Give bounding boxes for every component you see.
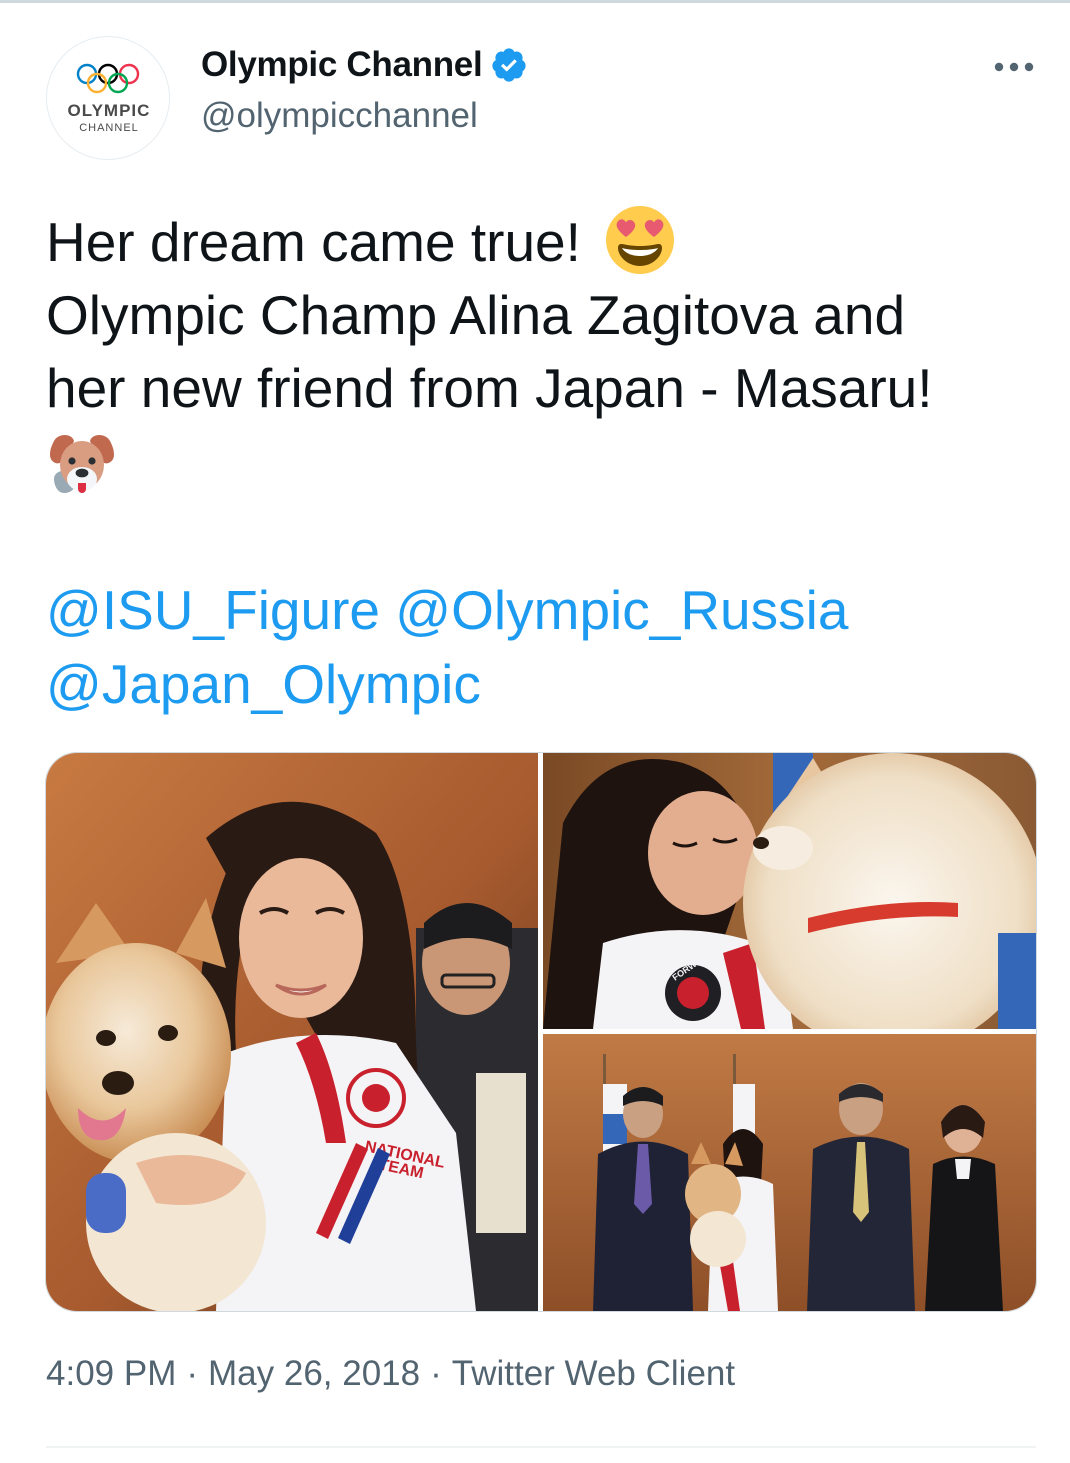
photo-1-image: NATIONAL TEAM [46, 753, 538, 1311]
photo-zagitova-kissing-puppy[interactable]: FORWARD [543, 753, 1036, 1029]
avatar[interactable]: OLYMPIC CHANNEL [46, 36, 170, 160]
tweet-text: Her dream came true! Olympic Champ Alina… [46, 206, 1036, 498]
tweet-line-2: Olympic Champ Alina Zagitova and [46, 284, 906, 346]
ellipsis-icon [994, 62, 1034, 72]
tweet-time[interactable]: 4:09 PM [46, 1354, 176, 1393]
tweet-date[interactable]: May 26, 2018 [208, 1354, 420, 1393]
photo-2-image: FORWARD [543, 753, 1036, 1029]
tweet-line-4 [46, 425, 1036, 498]
more-options-button[interactable] [990, 52, 1038, 82]
photo-group-with-officials[interactable] [543, 1034, 1036, 1311]
display-name[interactable]: Olympic Channel [201, 45, 483, 85]
photo-3-image [543, 1034, 1036, 1311]
mention-isu-figure[interactable]: @ISU_Figure [46, 579, 380, 641]
bottom-divider [46, 1446, 1036, 1448]
mention-olympic-russia[interactable]: @Olympic_Russia [395, 579, 848, 641]
author-handle[interactable]: @olympicchannel [201, 96, 478, 136]
meta-separator-2: · [430, 1354, 442, 1393]
tweet-text-line-1: Her dream came true! [46, 211, 581, 273]
author-name-row[interactable]: Olympic Channel [201, 42, 528, 88]
tweet-line-3: her new friend from Japan - Masaru! [46, 357, 933, 419]
verified-badge-icon [492, 48, 527, 82]
meta-separator-1: · [186, 1354, 199, 1393]
heart-eyes-emoji-icon [606, 206, 675, 275]
olympic-rings-icon: OLYMPIC CHANNEL [68, 63, 151, 134]
dog-face-emoji-icon [50, 435, 114, 494]
mention-japan-olympic[interactable]: @Japan_Olympic [46, 653, 481, 715]
avatar-text-olympic: OLYMPIC [68, 101, 151, 120]
tweet-source[interactable]: Twitter Web Client [452, 1354, 735, 1393]
photo-zagitova-holding-puppy[interactable]: NATIONAL TEAM [46, 753, 538, 1311]
top-divider [0, 0, 1070, 3]
avatar-text-channel: CHANNEL [79, 122, 139, 134]
tweet-line-1: Her dream came true! [46, 206, 1036, 279]
media-grid: NATIONAL TEAM FORWARD [45, 752, 1037, 1312]
tweet-mentions: @ISU_Figure @Olympic_Russia @Japan_Olymp… [46, 573, 1036, 721]
tweet-metadata: 4:09 PM · May 26, 2018 · Twitter Web Client [46, 1354, 735, 1394]
